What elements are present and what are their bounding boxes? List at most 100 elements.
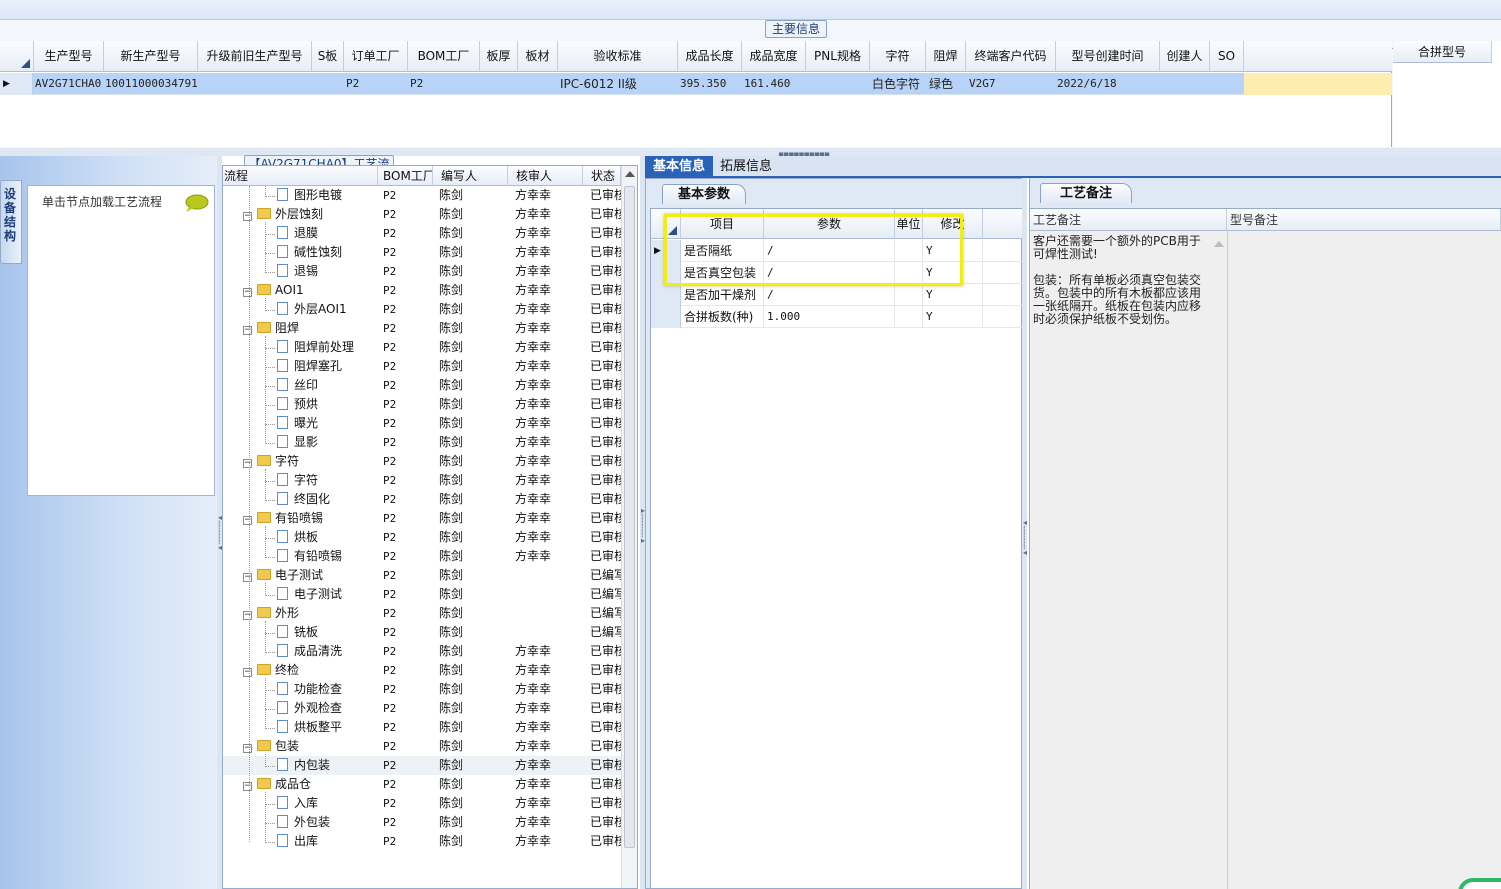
horizontal-splitter[interactable] [0,148,1501,156]
tree-row[interactable]: − 有铅喷锡 P2 陈剑 方幸幸 已审核 [223,509,621,528]
tree-cell-reviewer[interactable]: 方幸幸 [515,395,581,414]
tree-node[interactable]: 显影 [277,433,377,452]
col-new-production-model[interactable]: 新生产型号 [104,41,198,72]
tree-cell-bom[interactable]: P2 [383,509,433,528]
tree-cell-status[interactable]: 已审核 [590,547,621,566]
collapse-icon[interactable]: − [243,326,252,335]
tree-row[interactable]: 外层AOI1 P2 陈剑 方幸幸 已审核 [223,300,621,319]
tree-cell-bom[interactable]: P2 [383,357,433,376]
tree-cell-reviewer[interactable]: 方幸幸 [515,509,581,528]
col-model-remark[interactable]: 型号备注 [1227,209,1501,231]
tree-cell-status[interactable]: 已审核 [590,756,621,775]
tree-node[interactable]: 预烘 [277,395,377,414]
tree-row[interactable]: 外包装 P2 陈剑 方幸幸 已审核 [223,813,621,832]
tree-cell-reviewer[interactable]: 方幸幸 [515,452,581,471]
tree-cell-bom[interactable]: P2 [383,452,433,471]
param-unit[interactable] [896,240,923,262]
col-unit[interactable]: 单位 [895,209,923,239]
tree-cell-writer[interactable]: 陈剑 [439,186,509,205]
tree-cell-writer[interactable]: 陈剑 [439,471,509,490]
tree-cell-status[interactable]: 已编写 [590,623,621,642]
tree-cell-status[interactable]: 已审核 [590,186,621,205]
tree-row[interactable]: − 包装 P2 陈剑 方幸幸 已审核 [223,737,621,756]
tree-node[interactable]: 碱性蚀刻 [277,243,377,262]
cell-acceptance-standard[interactable]: IPC-6012 II级 [560,73,676,95]
tree-cell-writer[interactable]: 陈剑 [439,794,509,813]
tree-cell-reviewer[interactable]: 方幸幸 [515,319,581,338]
tree-cell-writer[interactable]: 陈剑 [439,205,509,224]
tree-row[interactable]: − 外层蚀刻 P2 陈剑 方幸幸 已审核 [223,205,621,224]
col-reviewer[interactable]: 核审人 [508,166,583,186]
tree-cell-status[interactable]: 已审核 [590,794,621,813]
tree-cell-writer[interactable]: 陈剑 [439,661,509,680]
param-item[interactable]: 是否加干燥剂 [682,284,764,306]
tree-cell-status[interactable]: 已审核 [590,490,621,509]
collapse-icon[interactable]: − [243,288,252,297]
tree-node[interactable]: 图形电镀 [277,186,377,205]
tree-node[interactable]: − AOI1 [243,281,377,300]
tree-node[interactable]: 阻焊塞孔 [277,357,377,376]
tree-cell-writer[interactable]: 陈剑 [439,718,509,737]
tree-row[interactable]: 烘板整平 P2 陈剑 方幸幸 已审核 [223,718,621,737]
tree-node[interactable]: 入库 [277,794,377,813]
param-unit[interactable] [896,284,923,306]
tree-cell-status[interactable]: 已审核 [590,414,621,433]
col-old-production-model[interactable]: 升级前旧生产型号 [198,41,312,72]
tree-cell-bom[interactable]: P2 [383,433,433,452]
param-value[interactable]: / [765,262,895,284]
tree-cell-status[interactable]: 已审核 [590,300,621,319]
tree-cell-status[interactable]: 已审核 [590,718,621,737]
tree-cell-bom[interactable]: P2 [383,585,433,604]
remarks-grid[interactable]: 工艺备注 型号备注 客户还需要一个额外的PCB用于可焊性测试! 包装：所有单板必… [1030,208,1501,889]
param-row[interactable]: ▶ 是否隔纸 / Y [651,240,1023,262]
tree-node[interactable]: 终固化 [277,490,377,509]
tree-cell-reviewer[interactable]: 方幸幸 [515,699,581,718]
tree-cell-writer[interactable]: 陈剑 [439,338,509,357]
tree-cell-bom[interactable]: P2 [383,623,433,642]
tree-cell-reviewer[interactable]: 方幸幸 [515,794,581,813]
tree-cell-status[interactable]: 已审核 [590,661,621,680]
col-material[interactable]: 板材 [518,41,558,72]
cell-legend[interactable]: 白色字符 [872,73,926,95]
tab-basic-params[interactable]: 基本参数 [662,184,746,204]
cell-bom-factory[interactable]: P2 [410,73,470,95]
tree-cell-bom[interactable]: P2 [383,642,433,661]
col-production-model[interactable]: 生产型号 [34,41,104,72]
tree-cell-writer[interactable]: 陈剑 [439,262,509,281]
tree-cell-reviewer[interactable]: 方幸幸 [515,547,581,566]
tree-cell-writer[interactable]: 陈剑 [439,528,509,547]
param-item[interactable]: 是否隔纸 [682,240,764,262]
cell-length[interactable]: 395.350 [680,73,740,95]
tree-cell-writer[interactable]: 陈剑 [439,319,509,338]
col-create-time[interactable]: 型号创建时间 [1056,41,1160,72]
tab-extended-info[interactable]: 拓展信息 [715,156,777,178]
tree-node[interactable]: 外观检查 [277,699,377,718]
tab-equipment-structure[interactable]: 设备结构 [0,180,22,264]
tree-cell-reviewer[interactable]: 方幸幸 [515,737,581,756]
tree-cell-writer[interactable]: 陈剑 [439,813,509,832]
tree-cell-status[interactable]: 已审核 [590,452,621,471]
tree-cell-reviewer[interactable]: 方幸幸 [515,528,581,547]
tree-cell-bom[interactable]: P2 [383,300,433,319]
scroll-up-icon[interactable] [625,171,635,177]
param-row[interactable]: 是否真空包装 / Y [651,262,1023,284]
tree-cell-writer[interactable]: 陈剑 [439,300,509,319]
tree-cell-reviewer[interactable]: 方幸幸 [515,433,581,452]
tree-cell-status[interactable]: 已审核 [590,224,621,243]
tree-cell-status[interactable]: 已审核 [590,281,621,300]
param-modify[interactable]: Y [924,240,983,262]
param-row[interactable]: 合拼板数(种) 1.000 Y [651,306,1023,328]
collapse-icon[interactable]: − [243,611,252,620]
tree-cell-status[interactable]: 已审核 [590,680,621,699]
tree-cell-status[interactable]: 已审核 [590,509,621,528]
tree-row[interactable]: 外观检查 P2 陈剑 方幸幸 已审核 [223,699,621,718]
tree-cell-status[interactable]: 已审核 [590,395,621,414]
tree-cell-reviewer[interactable]: 方幸幸 [515,205,581,224]
collapse-icon[interactable]: − [243,782,252,791]
main-info-grid[interactable]: 生产型号 新生产型号 升级前旧生产型号 S板 订单工厂 BOM工厂 板厚 板材 … [0,41,1392,147]
row-indicator[interactable] [651,262,681,284]
tab-basic-info[interactable]: 基本信息 [645,156,713,178]
tree-cell-reviewer[interactable]: 方幸幸 [515,376,581,395]
tab-process-remarks[interactable]: 工艺备注 [1040,183,1132,203]
cell-production-model[interactable]: AV2G71CHA0 [35,73,103,95]
